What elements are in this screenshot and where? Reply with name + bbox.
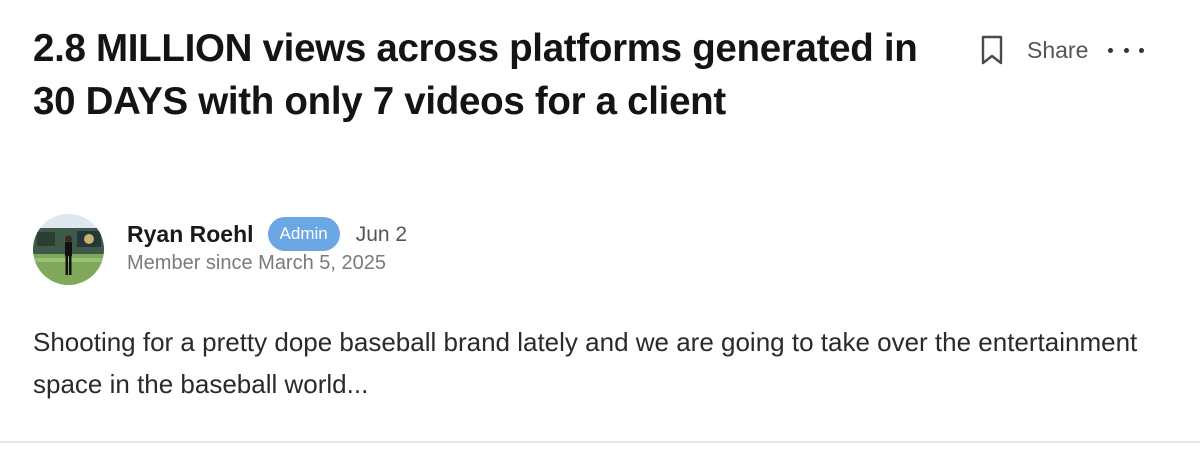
admin-badge: Admin <box>267 217 340 251</box>
member-since: Member since March 5, 2025 <box>127 252 387 274</box>
ellipsis-icon <box>1123 47 1129 53</box>
more-options-button[interactable] <box>1108 30 1145 70</box>
bookmark-button[interactable] <box>975 30 1009 70</box>
avatar[interactable] <box>33 214 104 285</box>
author-info: Ryan Roehl Admin Jun 2 Member since Marc… <box>127 216 407 275</box>
author-block: Ryan Roehl Admin Jun 2 Member since Marc… <box>33 214 407 285</box>
post-body: Shooting for a pretty dope baseball bran… <box>33 327 1138 399</box>
post-title: 2.8 MILLION views across platforms gener… <box>33 27 918 123</box>
avatar-image <box>33 214 104 285</box>
author-line: Ryan Roehl Admin Jun 2 <box>127 216 407 252</box>
ellipsis-icon <box>1139 47 1145 53</box>
post-date: Jun 2 <box>355 223 408 246</box>
author-name[interactable]: Ryan Roehl <box>127 221 254 248</box>
share-button[interactable]: Share <box>1027 30 1088 70</box>
post-actions: Share <box>975 30 1145 70</box>
post-card: 2.8 MILLION views across platforms gener… <box>0 0 1200 465</box>
divider <box>0 441 1200 443</box>
bookmark-icon <box>981 35 1003 65</box>
ellipsis-icon <box>1108 47 1114 53</box>
